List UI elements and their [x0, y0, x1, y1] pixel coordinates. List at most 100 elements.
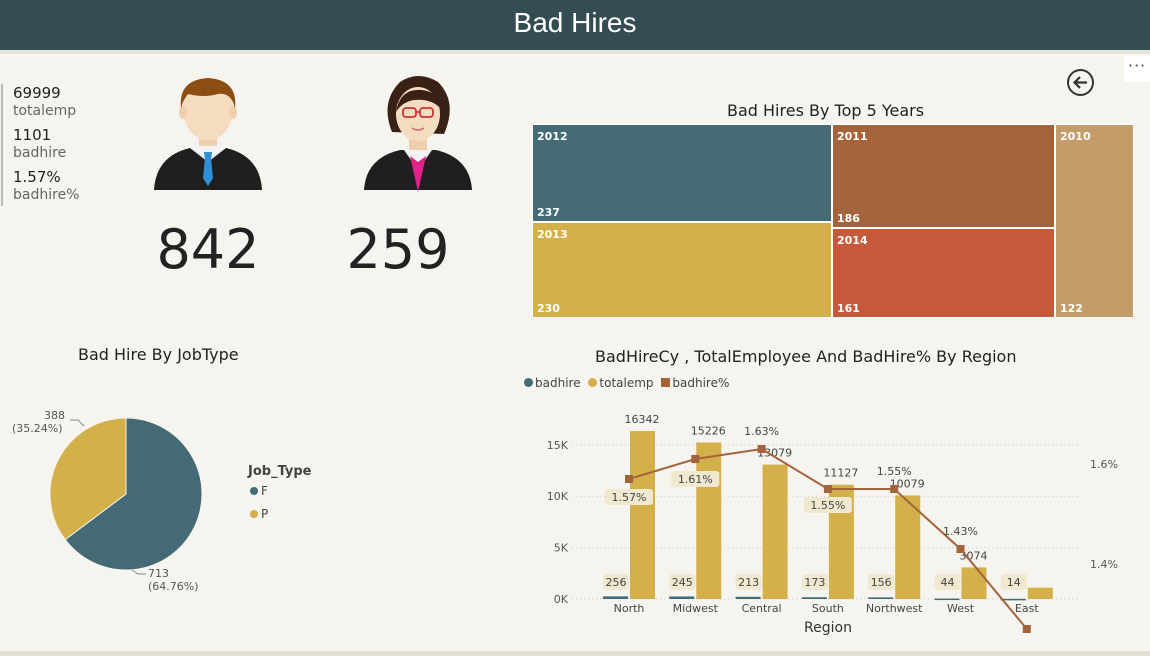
line-point-marker — [625, 475, 633, 483]
legend-item-totalemp[interactable]: totalemp — [588, 376, 654, 390]
bar-totalemp — [895, 495, 921, 599]
dashboard-page: Bad Hires ··· 69999 totalemp 1101 badhir… — [0, 0, 1150, 656]
treemap-tile-2010[interactable]: 2010 122 — [1055, 124, 1134, 318]
kpi-bad-hire-percent: 1.57% badhire% — [13, 168, 121, 210]
bar-badhire — [868, 597, 894, 599]
page-title: Bad Hires — [513, 7, 637, 38]
treemap-tile-2014[interactable]: 2014 161 — [832, 228, 1055, 318]
pie-legend-item-f[interactable]: F — [250, 484, 268, 498]
bar-badhire — [1000, 598, 1026, 601]
x-axis-tick-label: North — [614, 602, 645, 615]
legend-item-badhire-percent[interactable]: badhire% — [661, 376, 729, 390]
tile-year: 2010 — [1060, 130, 1091, 143]
tile-value: 237 — [537, 206, 560, 219]
more-options-button[interactable]: ··· — [1124, 56, 1150, 82]
x-axis-tick-label: Central — [742, 602, 782, 615]
legend-label: badhire — [535, 376, 581, 390]
pie-legend-item-p[interactable]: P — [250, 507, 268, 521]
bottom-divider — [0, 651, 1150, 656]
data-label-badhire-percent: 1.55% — [877, 465, 912, 478]
kpi-label: badhire — [13, 145, 67, 161]
legend-item-badhire[interactable]: badhire — [524, 376, 581, 390]
line-point-marker — [1022, 625, 1031, 633]
legend-label: F — [261, 484, 268, 498]
legend-label: totalemp — [599, 376, 654, 390]
back-arrow-icon[interactable] — [1066, 68, 1095, 97]
bar-totalemp — [630, 431, 655, 599]
bar-totalemp — [1027, 587, 1053, 599]
legend-label: P — [261, 507, 269, 521]
pie-data-label: (64.76%) — [148, 580, 199, 593]
pie-data-label: (35.24%) — [12, 422, 63, 435]
data-label-totalemp: 11127 — [823, 467, 858, 480]
legend-dot-icon — [524, 378, 533, 387]
y-axis-tick-label: 0K — [554, 593, 569, 606]
bar-totalemp — [762, 464, 788, 599]
x-axis-tick-label: East — [1015, 602, 1039, 615]
tile-year: 2012 — [537, 130, 568, 143]
treemap-chart: 2012 237 2011 186 2010 122 2013 230 2014… — [532, 124, 1134, 318]
data-label-totalemp: 15226 — [691, 425, 726, 438]
data-label-badhire-percent: 1.63% — [744, 425, 779, 438]
legend-label: badhire% — [672, 376, 730, 390]
line-point-marker — [890, 485, 899, 493]
tile-year: 2011 — [837, 130, 868, 143]
x-axis-tick-label: West — [947, 602, 975, 615]
x-axis-title: Region — [804, 620, 852, 636]
pie-title: Bad Hire By JobType — [78, 345, 239, 364]
kpi-value: 1.57% — [13, 168, 61, 186]
line-point-marker — [956, 545, 965, 553]
bar-totalemp — [696, 442, 722, 599]
pie-legend-title: Job_Type — [248, 464, 312, 479]
data-label-badhire: 213 — [738, 576, 759, 589]
kpi-card: 69999 totalemp 1101 badhire 1.57% badhir… — [1, 84, 121, 206]
pie-data-label: 388 — [44, 409, 65, 422]
legend-dot-icon — [588, 378, 598, 387]
x-axis-tick-label: Midwest — [673, 602, 719, 615]
female-employee-icon — [364, 76, 472, 192]
legend-dot-icon — [250, 487, 258, 495]
bar-badhire — [735, 596, 761, 599]
y2-axis-tick-label: 1.4% — [1090, 558, 1118, 571]
data-label-totalemp: 16342 — [625, 413, 660, 426]
kpi-bad-hires: 1101 badhire — [13, 126, 121, 168]
treemap-title: Bad Hires By Top 5 Years — [727, 101, 925, 120]
kpi-label: totalemp — [13, 103, 77, 119]
data-label-badhire-percent: 1.57% — [612, 491, 647, 504]
treemap-tile-2012[interactable]: 2012 237 — [532, 124, 832, 222]
line-point-marker — [823, 485, 832, 493]
combo-legend: badhire totalemp badhire% — [524, 376, 729, 390]
data-label-badhire-percent: 1.43% — [943, 525, 978, 538]
data-label-badhire: 173 — [804, 576, 825, 589]
data-label-badhire-percent: 1.61% — [678, 473, 713, 486]
y2-axis-tick-label: 1.6% — [1090, 458, 1118, 471]
data-label-badhire: 14 — [1007, 576, 1021, 589]
bar-badhire — [669, 596, 695, 599]
male-employee-icon — [154, 78, 262, 190]
data-label-badhire: 245 — [672, 576, 693, 589]
pie-data-label: 713 — [148, 567, 169, 580]
male-bad-hire-count: 842 — [156, 218, 260, 281]
legend-square-icon — [661, 378, 671, 387]
treemap-tile-2011[interactable]: 2011 186 — [832, 124, 1055, 228]
x-axis-tick-label: Northwest — [866, 602, 923, 615]
data-label-badhire: 44 — [941, 576, 955, 589]
line-point-marker — [691, 455, 700, 463]
data-label-badhire-percent: 1.55% — [810, 499, 845, 512]
tile-year: 2014 — [837, 234, 868, 247]
pie-chart: 713(64.76%) 388(35.24%) — [12, 409, 203, 593]
x-axis-tick-label: South — [812, 602, 844, 615]
kpi-value: 1101 — [13, 126, 52, 144]
tile-value: 122 — [1060, 302, 1083, 315]
bar-totalemp — [961, 567, 987, 599]
combo-chart-title: BadHireCy , TotalEmployee And BadHire% B… — [595, 347, 1017, 366]
kpi-label: badhire% — [13, 187, 80, 203]
bar-badhire — [603, 596, 628, 599]
tile-value: 230 — [537, 302, 560, 315]
y-axis-tick-label: 15K — [547, 439, 569, 452]
pie-leader-line — [131, 569, 146, 575]
pie-leader-line — [70, 419, 85, 427]
line-point-marker — [757, 445, 766, 453]
treemap-tile-2013[interactable]: 2013 230 — [532, 222, 832, 318]
y-axis-tick-label: 5K — [554, 542, 569, 555]
